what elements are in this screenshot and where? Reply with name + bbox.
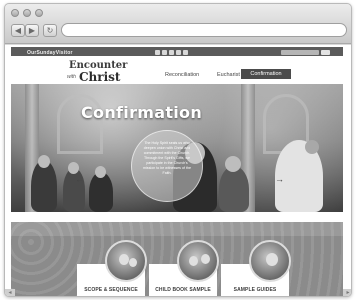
hero-prev-arrow-icon[interactable]: ← (75, 174, 84, 184)
forward-arrow-icon: ▶ (28, 25, 36, 35)
reload-button[interactable]: ↻ (43, 24, 57, 37)
facebook-icon[interactable] (155, 50, 160, 55)
person-face (225, 156, 241, 172)
nav-item-reconciliation[interactable]: Reconciliation (165, 72, 199, 78)
forward-button[interactable]: ▶ (25, 24, 39, 37)
hero-banner: Confirmation The Holy Spirit seals us wh… (11, 84, 343, 212)
hero-title: Confirmation (81, 103, 203, 122)
nav-item-eucharist[interactable]: Eucharist (217, 72, 240, 78)
photo-face (129, 258, 137, 267)
person-figure (219, 166, 249, 212)
browser-titlebar: ◀ ▶ ↻ (5, 4, 351, 44)
photo-face (266, 253, 278, 266)
twitter-icon[interactable] (176, 50, 181, 55)
card-label: SCOPE & SEQUENCE (84, 287, 138, 293)
photo-face (189, 256, 198, 266)
nav-item-confirmation-label: Confirmation (250, 71, 282, 77)
resources-band: SCOPE & SEQUENCE CHILD BOOK SAMPLE SAMPL… (11, 222, 343, 296)
logo-text-christ: Christ (79, 70, 121, 84)
hero-description: The Holy Spirit seals us who deepen unio… (143, 141, 191, 175)
youtube-icon[interactable] (169, 50, 174, 55)
card-label: CHILD BOOK SAMPLE (155, 287, 211, 293)
top-utility-bar: OurSundayVisitor (11, 47, 343, 56)
logo-text-with: with (67, 74, 76, 80)
back-button[interactable]: ◀ (11, 24, 25, 37)
search-icon[interactable] (321, 50, 330, 55)
nav-item-confirmation[interactable]: Confirmation (241, 69, 291, 79)
browser-window: ◀ ▶ ↻ OurSundayVisitor Encounter with Ch… (4, 3, 352, 297)
site-search-input[interactable] (281, 50, 319, 55)
scroll-right-button[interactable]: ▸ (343, 289, 351, 296)
scroll-left-button[interactable]: ◂ (5, 289, 15, 296)
card-photo-scope-sequence[interactable] (105, 240, 147, 282)
photo-face (119, 254, 129, 265)
back-arrow-icon: ◀ (14, 25, 22, 35)
close-window-button[interactable] (11, 9, 19, 17)
person-face (68, 162, 79, 174)
person-face (305, 140, 319, 154)
person-face (38, 155, 50, 168)
card-photo-sample-guides[interactable] (249, 240, 291, 282)
hero-next-arrow-icon[interactable]: → (275, 174, 284, 184)
webpage: OurSundayVisitor Encounter with Christ R… (5, 45, 351, 296)
minimize-window-button[interactable] (23, 9, 31, 17)
reload-icon: ↻ (46, 25, 54, 35)
person-face (95, 166, 106, 178)
address-bar[interactable] (61, 23, 347, 37)
card-label: SAMPLE GUIDES (233, 287, 277, 293)
publisher-link[interactable]: OurSundayVisitor (27, 50, 73, 56)
site-logo[interactable]: Encounter with Christ (51, 59, 141, 85)
rss-icon[interactable] (183, 50, 188, 55)
photo-face (201, 254, 210, 264)
zoom-window-button[interactable] (35, 9, 43, 17)
pinterest-icon[interactable] (162, 50, 167, 55)
card-photo-child-book[interactable] (177, 240, 219, 282)
person-figure (89, 172, 113, 212)
